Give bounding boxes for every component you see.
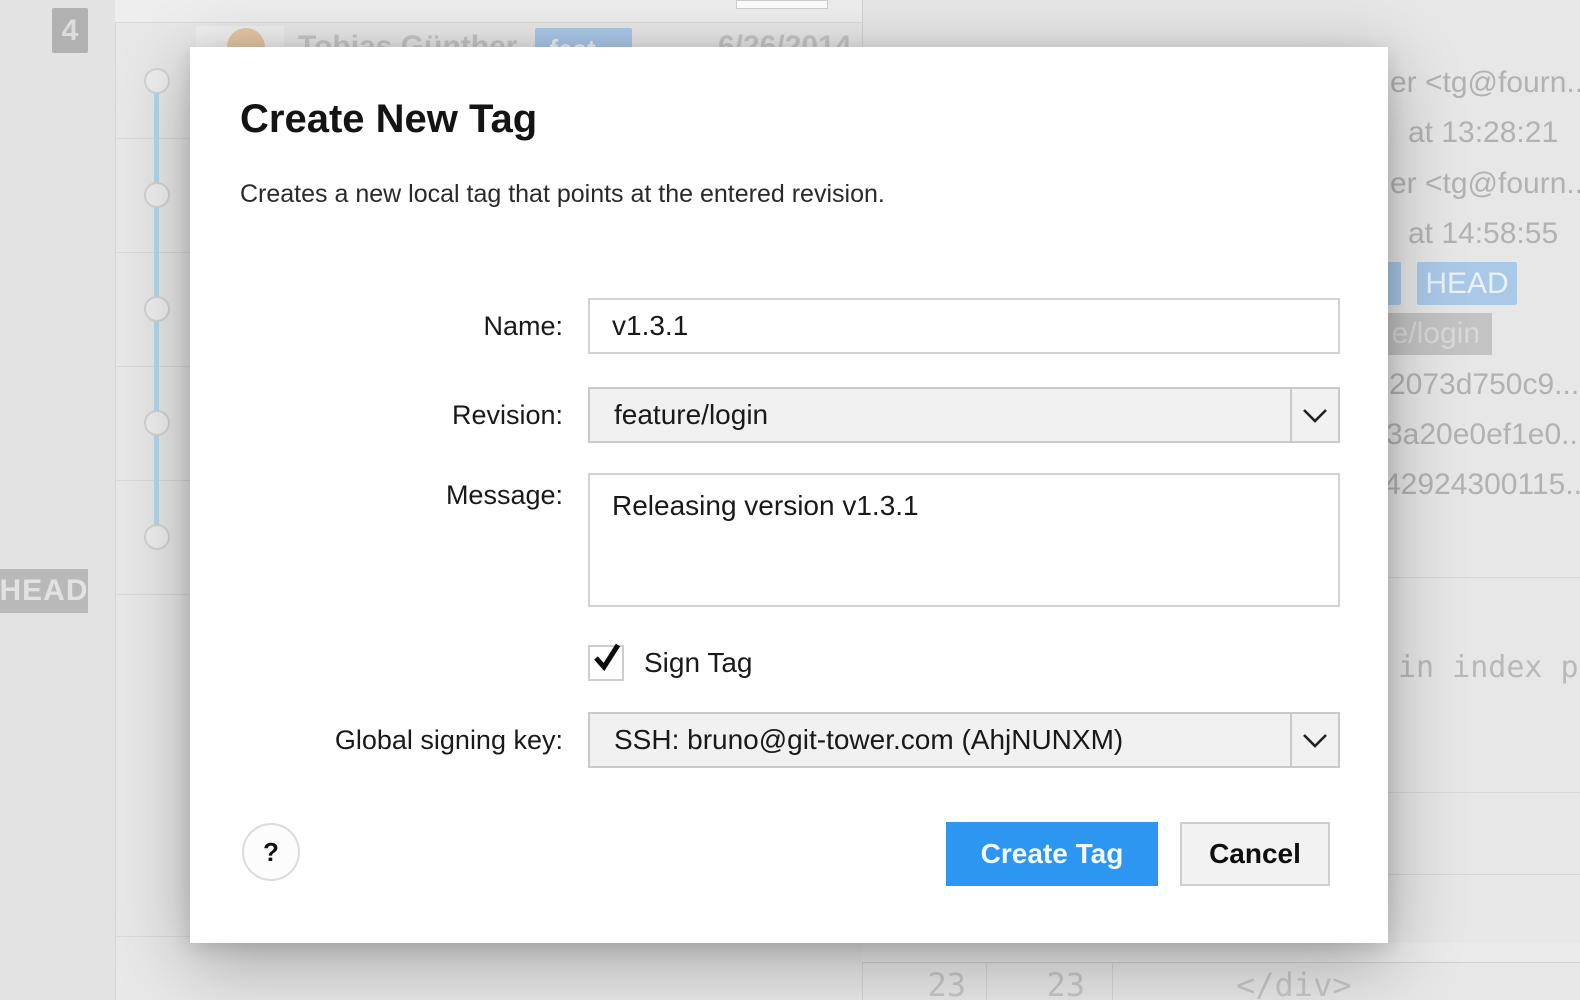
revision-dropdown[interactable]: feature/login (588, 387, 1340, 443)
new-line-number: 23 (988, 966, 1085, 1000)
cancel-button[interactable]: Cancel (1180, 822, 1330, 886)
message-label: Message: (240, 473, 563, 517)
row-divider (115, 22, 862, 23)
signing-key-dropdown[interactable]: SSH: bruno@git-tower.com (AhjNUNXM) (588, 712, 1340, 768)
author-email-line: er <tg@fourn... (1390, 66, 1580, 100)
check-icon (592, 641, 622, 678)
chevron-down-icon[interactable] (1290, 389, 1338, 441)
diff-header-text: in index p (1398, 650, 1579, 685)
message-textarea[interactable]: Releasing version v1.3.1 (588, 473, 1340, 607)
head-ref-badge: HEAD (1417, 262, 1517, 305)
app-window: 4 HEAD Tobias Günther feat... 6/26/2014 … (0, 0, 1580, 1000)
search-box-fragment (736, 0, 828, 9)
dialog-title: Create New Tag (240, 97, 537, 142)
commit-node (144, 410, 170, 436)
sign-tag-label: Sign Tag (644, 645, 752, 681)
commit-hash: 2073d750c9... (1389, 368, 1579, 402)
authored-time-line: at 13:28:21 (1408, 116, 1558, 150)
signing-key-value: SSH: bruno@git-tower.com (AhjNUNXM) (590, 724, 1123, 756)
dialog-subtitle: Creates a new local tag that points at t… (240, 180, 885, 209)
commit-node (144, 296, 170, 322)
gutter-divider (986, 962, 987, 1000)
chevron-down-icon[interactable] (1290, 714, 1338, 766)
sign-tag-checkbox[interactable] (588, 645, 624, 681)
revision-label: Revision: (240, 387, 563, 443)
name-label: Name: (240, 298, 563, 354)
committer-email-line: er <tg@fourn... (1390, 167, 1580, 201)
committed-time-line: at 14:58:55 (1408, 217, 1558, 251)
signing-key-label: Global signing key: (240, 712, 563, 768)
head-sidebar-badge: HEAD (0, 569, 88, 613)
help-button[interactable]: ? (242, 823, 300, 881)
commit-count-badge: 4 (52, 8, 88, 53)
commit-node (144, 182, 170, 208)
gutter-divider (1112, 962, 1113, 1000)
commit-node (144, 68, 170, 94)
create-tag-button[interactable]: Create Tag (946, 822, 1158, 886)
parent-hash: 42924300115... (1384, 468, 1580, 502)
gutter-top-border (862, 962, 1580, 963)
message-value: Releasing version v1.3.1 (590, 475, 919, 522)
diff-row-highlight (862, 943, 1580, 962)
commit-node (144, 524, 170, 550)
create-new-tag-dialog: Create New Tag Creates a new local tag t… (190, 47, 1388, 943)
diff-code-line: </div> (1236, 966, 1352, 1000)
tree-hash: 3a20e0ef1e0... (1386, 418, 1580, 452)
left-sidebar (0, 0, 115, 1000)
revision-value: feature/login (590, 399, 768, 431)
name-input[interactable] (588, 298, 1340, 354)
old-line-number: 23 (864, 966, 966, 1000)
